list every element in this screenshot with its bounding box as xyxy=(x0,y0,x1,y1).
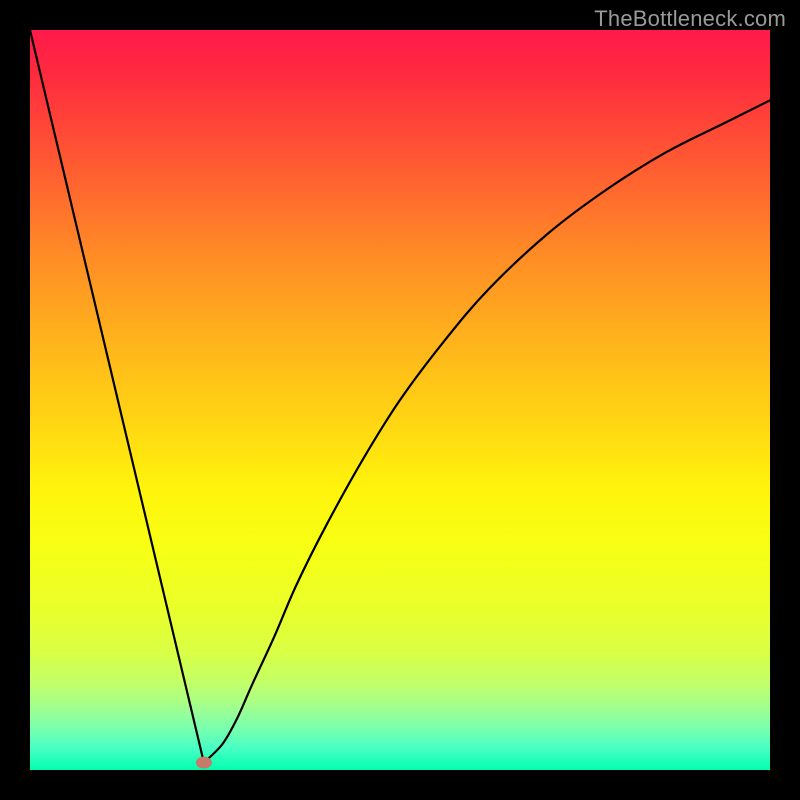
watermark-text: TheBottleneck.com xyxy=(594,6,786,32)
chart-frame: TheBottleneck.com xyxy=(0,0,800,800)
chart-svg xyxy=(30,30,770,770)
plot-area xyxy=(30,30,770,770)
optimal-point-marker xyxy=(196,757,212,769)
bottleneck-curve xyxy=(30,30,770,763)
